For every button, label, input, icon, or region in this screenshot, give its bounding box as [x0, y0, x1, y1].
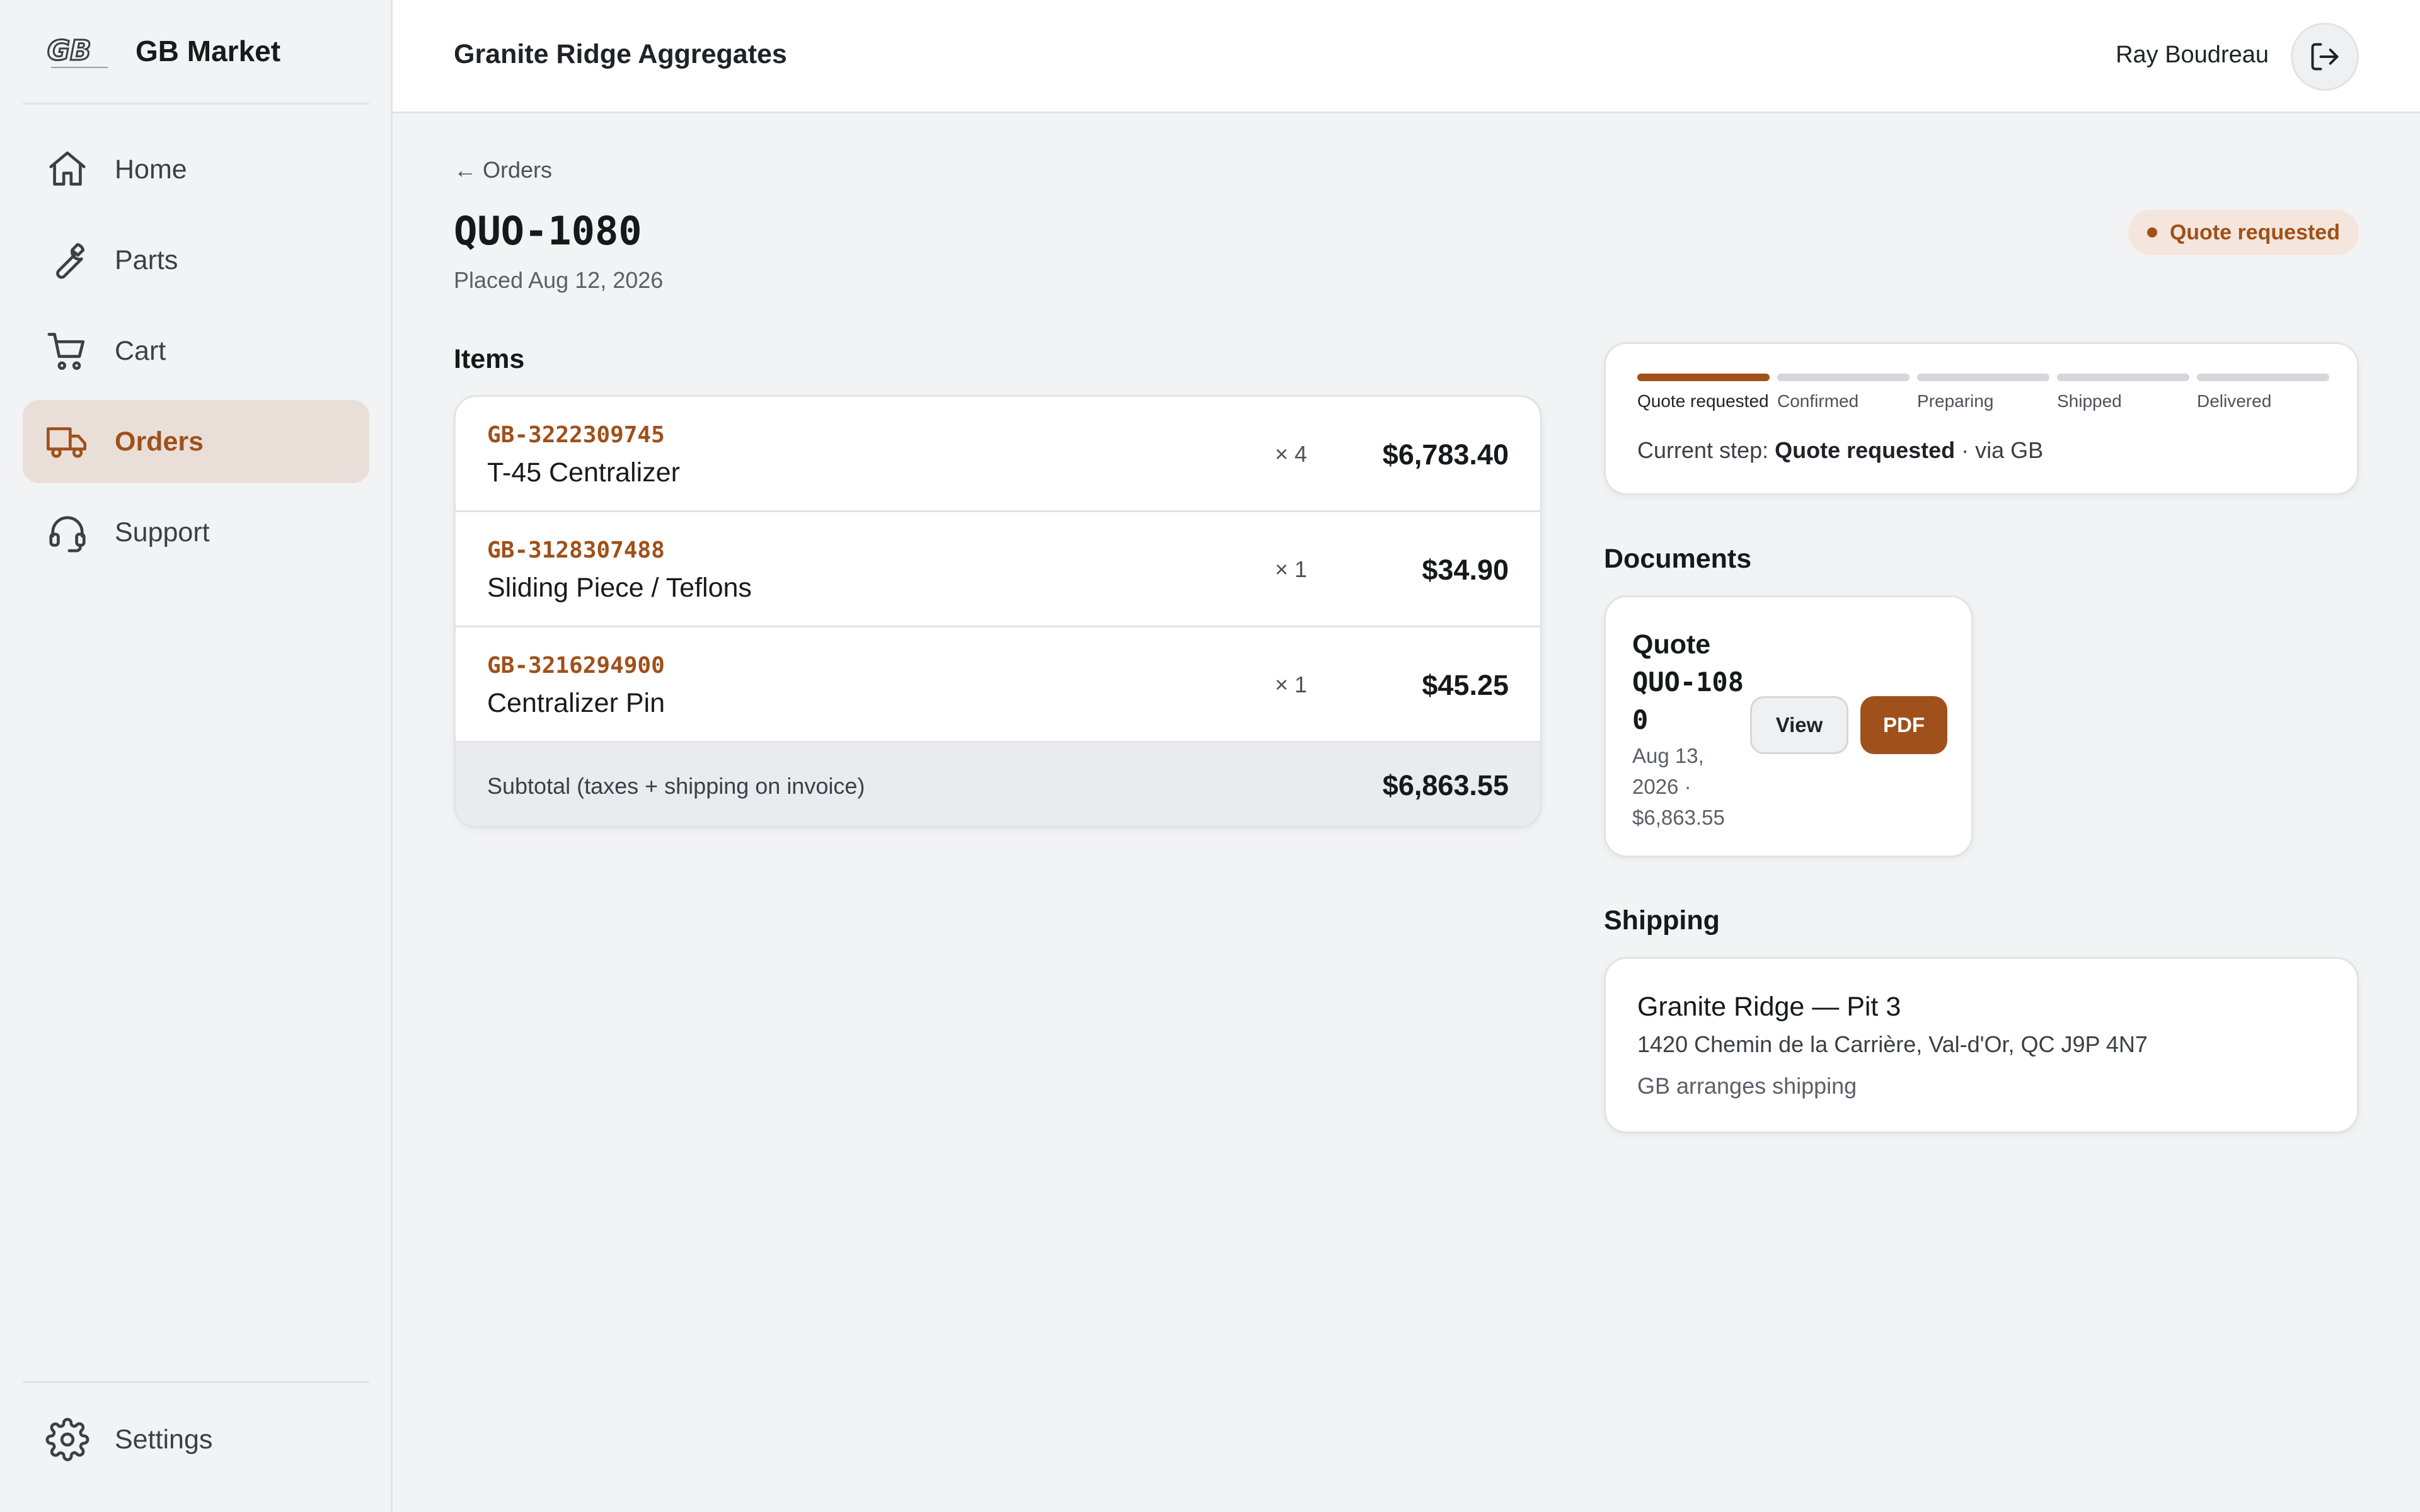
- table-row[interactable]: GB-3128307488 Sliding Piece / Teflons × …: [456, 512, 1540, 627]
- progress-step: Confirmed: [1777, 374, 1910, 411]
- status-dot: [2146, 227, 2157, 238]
- sidebar-item-label: Settings: [115, 1424, 213, 1455]
- sidebar-item-home[interactable]: Home: [23, 128, 369, 211]
- gb-logo-icon: GB: [47, 34, 108, 68]
- item-price: $45.25: [1422, 669, 1509, 701]
- sidebar-item-orders[interactable]: Orders: [23, 400, 369, 483]
- page-title: QUO-1080: [454, 208, 642, 254]
- logout-button[interactable]: [2291, 23, 2359, 91]
- view-document-button[interactable]: View: [1750, 696, 1848, 754]
- sidebar-item-label: Parts: [115, 244, 178, 275]
- progress-step-label: Shipped: [2057, 391, 2122, 411]
- item-price: $34.90: [1422, 554, 1509, 586]
- shipping-location-name: Granite Ridge — Pit 3: [1637, 992, 1901, 1022]
- top-header: Granite Ridge Aggregates Ray Boudreau: [393, 0, 2420, 113]
- document-card: Quote QUO-1080 Aug 13, 2026 · $6,863.55 …: [1604, 595, 1973, 857]
- progress-step-label: Delivered: [2197, 391, 2272, 411]
- progress-step-bar: [1917, 374, 2049, 381]
- order-placed-date: Placed Aug 12, 2026: [454, 267, 664, 293]
- item-sku[interactable]: GB-3222309745: [487, 422, 665, 448]
- items-card: GB-3222309745 T-45 Centralizer × 4 $6,78…: [454, 395, 1542, 828]
- logout-icon: [2311, 43, 2339, 71]
- item-name: T-45 Centralizer: [487, 457, 680, 488]
- current-step-text: Current step: Quote requested · via GB: [1637, 437, 2043, 464]
- progress-step-label: Preparing: [1917, 391, 1994, 411]
- sidebar-item-cart[interactable]: Cart: [23, 309, 369, 392]
- shipping-method: GB arranges shipping: [1637, 1073, 1857, 1099]
- user-name: Ray Boudreau: [2116, 42, 2269, 68]
- current-step-value: Quote requested: [1775, 437, 1956, 463]
- brand[interactable]: GB GB Market: [45, 28, 280, 74]
- sidebar-item-label: Support: [115, 517, 210, 547]
- progress-step-label: Confirmed: [1777, 391, 1859, 411]
- progress-step: Quote requested: [1637, 374, 1770, 411]
- headset-icon: [49, 516, 86, 553]
- progress-step-bar: [1637, 374, 1770, 381]
- download-pdf-button[interactable]: PDF: [1860, 696, 1947, 754]
- subtotal-row: Subtotal (taxes + shipping on invoice) $…: [456, 743, 1540, 826]
- document-id: QUO-1080: [1632, 667, 1744, 735]
- table-row[interactable]: GB-3216294900 Centralizer Pin × 1 $45.25: [456, 627, 1540, 743]
- item-name: Sliding Piece / Teflons: [487, 573, 752, 603]
- items-section-title: Items: [454, 344, 525, 374]
- shipping-section-title: Shipping: [1604, 905, 1720, 936]
- sidebar-item-label: Orders: [115, 426, 204, 457]
- subtotal-label: Subtotal (taxes + shipping on invoice): [487, 773, 865, 799]
- table-row[interactable]: GB-3222309745 T-45 Centralizer × 4 $6,78…: [456, 397, 1540, 512]
- truck-icon: [47, 427, 87, 458]
- sidebar-item-parts[interactable]: Parts: [23, 219, 369, 302]
- current-step-prefix: Current step:: [1637, 437, 1775, 463]
- item-sku[interactable]: GB-3216294900: [487, 653, 665, 679]
- sidebar-divider: [23, 1381, 369, 1383]
- item-name: Centralizer Pin: [487, 688, 665, 718]
- back-to-orders-link[interactable]: ← Orders: [454, 157, 552, 183]
- status-badge: Quote requested: [2128, 210, 2359, 255]
- progress-step-label: Quote requested: [1637, 391, 1769, 411]
- order-progress-card: Quote requested Confirmed Preparing Ship…: [1604, 342, 2359, 495]
- current-step-suffix: · via GB: [1955, 437, 2044, 463]
- sidebar-item-support[interactable]: Support: [23, 491, 369, 574]
- item-sku[interactable]: GB-3128307488: [487, 537, 665, 563]
- shipping-address: 1420 Chemin de la Carrière, Val-d'Or, QC…: [1637, 1031, 2148, 1057]
- subtotal-value: $6,863.55: [1382, 769, 1509, 801]
- company-name: Granite Ridge Aggregates: [454, 39, 787, 69]
- item-quantity: × 1: [1274, 672, 1307, 697]
- progress-step-bar: [2057, 374, 2189, 381]
- status-label: Quote requested: [2169, 220, 2340, 244]
- progress-step: Delivered: [2197, 374, 2329, 411]
- sidebar-item-label: Cart: [115, 335, 166, 366]
- document-title: Quote QUO-1080: [1632, 626, 1752, 739]
- svg-text:GB: GB: [47, 35, 91, 67]
- wrench-icon: [56, 243, 85, 279]
- sidebar-divider: [23, 103, 369, 105]
- home-icon: [49, 151, 86, 186]
- shipping-card: Granite Ridge — Pit 3 1420 Chemin de la …: [1604, 957, 2359, 1133]
- progress-step: Shipped: [2057, 374, 2189, 411]
- document-type: Quote: [1632, 629, 1711, 660]
- progress-step: Preparing: [1917, 374, 2049, 411]
- gear-icon: [45, 1418, 89, 1462]
- document-meta: Aug 13, 2026 · $6,863.55: [1632, 744, 1725, 829]
- item-quantity: × 1: [1274, 556, 1307, 582]
- item-quantity: × 4: [1274, 441, 1307, 467]
- item-price: $6,783.40: [1382, 438, 1509, 471]
- sidebar: GB GB Market Home Parts Cart Orders Supp…: [0, 0, 393, 1512]
- progress-step-bar: [1777, 374, 1910, 381]
- documents-section-title: Documents: [1604, 544, 1752, 574]
- progress-step-bar: [2197, 374, 2329, 381]
- sidebar-item-settings[interactable]: Settings: [23, 1398, 369, 1481]
- brand-name: GB Market: [135, 35, 281, 67]
- cart-icon: [47, 333, 85, 370]
- sidebar-item-label: Home: [115, 154, 187, 185]
